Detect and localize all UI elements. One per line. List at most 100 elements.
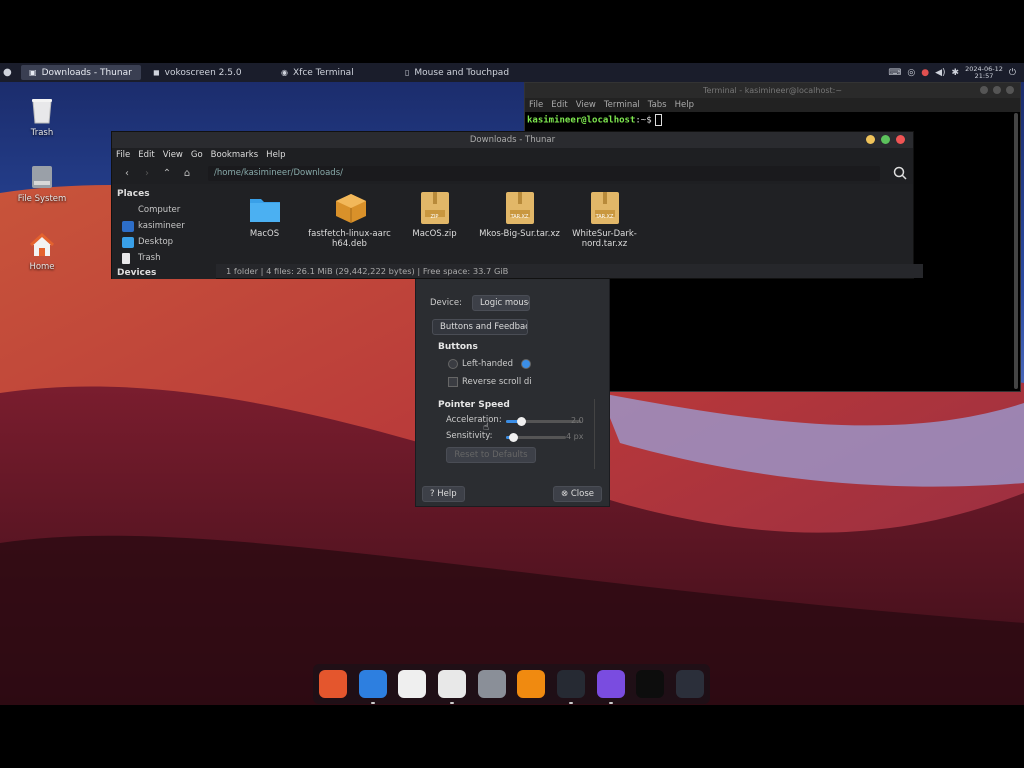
menu-file[interactable]: File xyxy=(529,98,543,112)
sidebar-item-desktop[interactable]: Desktop xyxy=(112,234,216,250)
device-select[interactable]: Logic mouse xyxy=(471,295,530,311)
menu-bookmarks[interactable]: Bookmarks xyxy=(211,148,259,162)
close-icon[interactable] xyxy=(896,135,905,144)
thunar-window[interactable]: Downloads - Thunar File Edit View Go Boo… xyxy=(111,131,923,279)
file-name: Mkos-Big-Sur.tar.xz xyxy=(479,229,560,239)
file-item[interactable]: fastfetch-linux-aarch64.deb xyxy=(307,190,392,249)
menu-edit[interactable]: Edit xyxy=(138,148,154,162)
clock-time: 21:57 xyxy=(974,71,994,80)
network-icon[interactable]: ◎ xyxy=(907,68,915,78)
menu-terminal[interactable]: Terminal xyxy=(604,98,640,112)
finder-icon[interactable] xyxy=(358,670,387,704)
settings-icon[interactable] xyxy=(477,670,506,698)
menu-help[interactable]: Help xyxy=(266,148,285,162)
thunar-titlebar[interactable]: Downloads - Thunar xyxy=(112,132,913,148)
menu-file[interactable]: File xyxy=(116,148,130,162)
left-handed-radio[interactable] xyxy=(448,359,458,369)
minimize-icon[interactable] xyxy=(866,135,875,144)
archive-badge: ZIP xyxy=(430,214,439,220)
menu-go[interactable]: Go xyxy=(191,148,203,162)
terminal-title: Terminal - kasimineer@localhost:~ xyxy=(702,86,843,95)
desktop-icon-filesystem[interactable]: File System xyxy=(7,163,77,204)
menu-help[interactable]: Help xyxy=(675,98,694,112)
sensitivity-handle[interactable] xyxy=(509,433,518,442)
tab-buttons-feedback[interactable]: Buttons and Feedback xyxy=(432,319,528,335)
running-indicator xyxy=(370,702,375,704)
firefox-icon[interactable] xyxy=(318,670,347,698)
acceleration-slider[interactable] xyxy=(506,417,581,426)
desktop-icon-home[interactable]: Home xyxy=(7,231,77,272)
clock[interactable]: 2024-06-12 21:57 xyxy=(965,65,1003,80)
folder-icon xyxy=(249,190,281,226)
maximize-icon[interactable] xyxy=(993,86,1001,94)
power-icon[interactable]: ⏻ xyxy=(1009,68,1016,78)
minimize-icon[interactable] xyxy=(980,86,988,94)
sidebar-item-trash[interactable]: Trash xyxy=(112,250,216,266)
sidebar-item-home[interactable]: kasimineer xyxy=(112,218,216,234)
acceleration-handle[interactable] xyxy=(517,417,526,426)
right-handed-radio[interactable] xyxy=(521,359,532,369)
sidebar-item-computer[interactable]: Computer xyxy=(112,202,216,218)
task-label: vokoscreen 2.5.0 xyxy=(164,67,242,78)
file-item[interactable]: MacOS xyxy=(222,190,307,249)
mouse-icon: ▯ xyxy=(405,68,410,77)
menu-view[interactable]: View xyxy=(163,148,183,162)
reset-defaults-button[interactable]: Reset to Defaults xyxy=(446,447,536,463)
back-icon[interactable]: ‹ xyxy=(122,168,132,179)
volume-icon[interactable]: ◀) xyxy=(935,68,945,78)
task-mouse-touchpad[interactable]: ▯ Mouse and Touchpad xyxy=(397,65,533,80)
file-name: fastfetch-linux-aarch64.deb xyxy=(308,229,391,249)
prompt-user: kasimineer@localhost xyxy=(527,115,636,126)
file-item[interactable]: TAR.XZ WhiteSur-Dark-nord.tar.xz xyxy=(562,190,647,249)
search-icon[interactable] xyxy=(893,166,907,183)
location-bar[interactable]: /home/kasimineer/Downloads/ xyxy=(208,165,880,181)
bluetooth-icon[interactable]: ✱ xyxy=(952,68,960,78)
menu-view[interactable]: View xyxy=(576,98,596,112)
home-icon[interactable]: ⌂ xyxy=(182,168,192,179)
top-panel: ● ▣ Downloads - Thunar ◼ vokoscreen 2.5.… xyxy=(0,63,1024,82)
screen-recorder-icon[interactable] xyxy=(596,670,625,704)
vlc-icon[interactable] xyxy=(517,670,546,698)
maximize-icon[interactable] xyxy=(881,135,890,144)
reverse-scroll-row: Reverse scroll di xyxy=(448,377,532,387)
terminal-output[interactable]: kasimineer@localhost:~$ xyxy=(525,112,1020,128)
task-thunar[interactable]: ▣ Downloads - Thunar xyxy=(21,65,141,80)
mouse-touchpad-dialog[interactable]: Device: Logic mouse Buttons and Feedback… xyxy=(415,278,610,507)
task-label: Xfce Terminal xyxy=(292,67,354,78)
menu-edit[interactable]: Edit xyxy=(551,98,567,112)
home-icon xyxy=(29,231,55,259)
reverse-scroll-checkbox[interactable] xyxy=(448,377,458,387)
terminal-titlebar[interactable]: Terminal - kasimineer@localhost:~ xyxy=(525,83,1020,98)
help-button[interactable]: ? Help xyxy=(422,486,465,502)
close-icon[interactable] xyxy=(1006,86,1014,94)
sensitivity-slider[interactable] xyxy=(506,433,566,442)
forward-icon[interactable]: › xyxy=(142,168,152,179)
tab-row: Buttons and Feedback xyxy=(432,319,528,335)
mouse-settings-icon[interactable] xyxy=(437,670,466,704)
window-controls xyxy=(980,86,1014,94)
microphone-icon[interactable]: ● xyxy=(921,68,929,78)
archive-badge: TAR.XZ xyxy=(595,214,614,220)
task-terminal[interactable]: ◉ Xfce Terminal xyxy=(273,65,393,80)
desktop-icon-trash[interactable]: Trash xyxy=(7,97,77,138)
up-icon[interactable]: ⌃ xyxy=(162,168,172,179)
apple-menu-icon[interactable]: ● xyxy=(3,67,15,78)
file-item[interactable]: ZIP MacOS.zip xyxy=(392,190,477,249)
terminal-scrollbar[interactable] xyxy=(1014,113,1018,389)
close-button[interactable]: ⊗ Close xyxy=(553,486,602,502)
terminal-icon[interactable] xyxy=(556,670,585,704)
menu-tabs[interactable]: Tabs xyxy=(648,98,667,112)
home-icon[interactable] xyxy=(398,670,427,698)
blank-app-icon[interactable] xyxy=(636,670,665,698)
file-item[interactable]: TAR.XZ Mkos-Big-Sur.tar.xz xyxy=(477,190,562,249)
keyboard-icon[interactable]: ⌨ xyxy=(888,68,901,78)
task-vokoscreen[interactable]: ◼ vokoscreen 2.5.0 xyxy=(145,65,269,80)
reverse-scroll-label: Reverse scroll di xyxy=(462,377,532,387)
sidebar-item-label: kasimineer xyxy=(138,221,185,231)
sidebar-item-label: Desktop xyxy=(138,237,174,247)
mouse-pointer-icon: ☝ xyxy=(483,422,490,433)
desktop-folder-icon xyxy=(122,236,134,248)
thunar-toolbar: ‹ › ⌃ ⌂ /home/kasimineer/Downloads/ xyxy=(112,162,913,184)
app-grid-icon[interactable] xyxy=(676,670,705,698)
trash-icon xyxy=(122,252,130,264)
